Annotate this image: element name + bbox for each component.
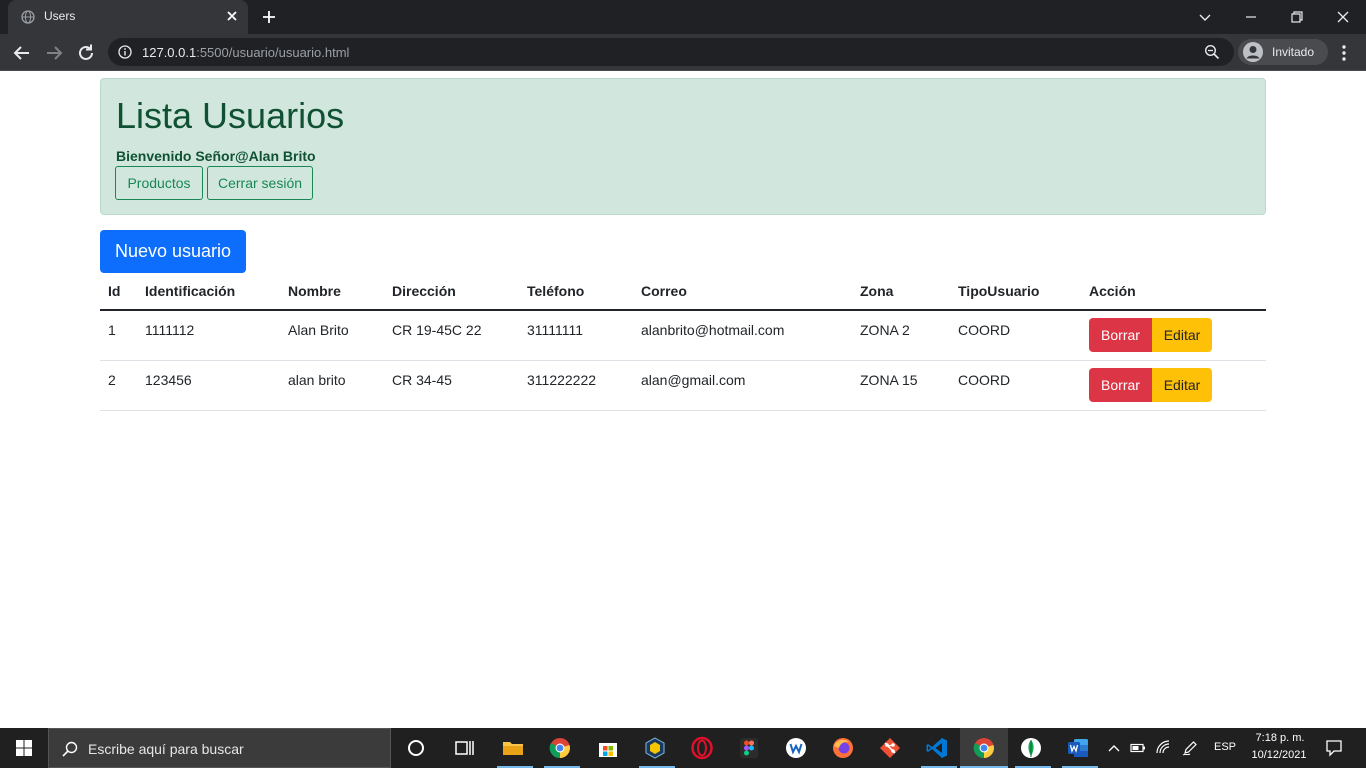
search-icon — [62, 741, 78, 757]
globe-icon — [21, 10, 35, 24]
cell-id: 2 — [108, 372, 116, 388]
browser-tab[interactable]: Users — [8, 0, 248, 34]
battery-icon[interactable] — [1130, 740, 1146, 756]
cortana-icon[interactable] — [404, 736, 428, 760]
close-window-icon[interactable] — [1331, 5, 1355, 29]
guest-avatar-icon — [1243, 42, 1263, 62]
edit-button[interactable]: Editar — [1152, 318, 1212, 352]
firefox-icon[interactable] — [831, 736, 855, 760]
file-explorer-icon[interactable] — [501, 736, 525, 760]
profile-label: Invitado — [1272, 45, 1315, 59]
cell-tipousuario: COORD — [958, 322, 1011, 338]
url-path: :5500/usuario/usuario.html — [196, 45, 350, 60]
close-tab-icon[interactable] — [224, 8, 240, 24]
header-zona: Zona — [860, 283, 894, 299]
minimize-icon[interactable] — [1239, 5, 1263, 29]
table-row: 1 1111112 Alan Brito CR 19-45C 22 311111… — [100, 311, 1266, 361]
cell-telefono: 311222222 — [527, 372, 597, 388]
notifications-icon[interactable] — [1325, 739, 1343, 757]
app-w-icon[interactable] — [784, 736, 808, 760]
cell-nombre: Alan Brito — [288, 322, 349, 338]
cell-zona: ZONA 2 — [860, 322, 910, 338]
site-info-icon[interactable] — [118, 45, 132, 59]
header-identificacion: Identificación — [145, 283, 236, 299]
header-accion: Acción — [1089, 283, 1136, 299]
language-indicator[interactable]: ESP — [1214, 741, 1236, 753]
cell-zona: ZONA 15 — [860, 372, 918, 388]
store-icon[interactable] — [596, 736, 620, 760]
search-placeholder: Escribe aquí para buscar — [88, 741, 244, 757]
pen-icon[interactable] — [1182, 740, 1198, 756]
browser-tab-strip: Users — [0, 0, 1366, 34]
virtualbox-icon[interactable] — [643, 736, 667, 760]
header-direccion: Dirección — [392, 283, 456, 299]
kebab-menu-icon[interactable] — [1336, 41, 1352, 65]
cell-nombre: alan brito — [288, 372, 346, 388]
cell-direccion: CR 19-45C 22 — [392, 322, 482, 338]
task-view-icon[interactable] — [452, 736, 476, 760]
opera-icon[interactable] — [690, 736, 714, 760]
page-title: Lista Usuarios — [116, 95, 345, 136]
chevron-up-icon[interactable] — [1106, 740, 1122, 756]
cell-correo: alan@gmail.com — [641, 372, 746, 388]
clock-time[interactable]: 7:18 p. m. — [1250, 732, 1310, 744]
cell-id: 1 — [108, 322, 116, 338]
mongodb-icon[interactable] — [1019, 736, 1043, 760]
browser-toolbar: 127.0.0.1:5500/usuario/usuario.html Invi… — [0, 34, 1366, 71]
url-text[interactable]: 127.0.0.1:5500/usuario/usuario.html — [142, 45, 349, 60]
taskbar-search-box[interactable]: Escribe aquí para buscar — [48, 728, 391, 768]
products-button[interactable]: Productos — [115, 166, 203, 200]
cell-identificacion: 1111112 — [145, 322, 195, 338]
windows-taskbar: Escribe aquí para buscar ESP 7:18 p. m. … — [0, 728, 1366, 768]
wifi-icon[interactable] — [1155, 740, 1171, 756]
header-tipousuario: TipoUsuario — [958, 283, 1040, 299]
windows-start-icon[interactable] — [0, 728, 48, 768]
reload-icon[interactable] — [74, 41, 98, 65]
address-bar[interactable]: 127.0.0.1:5500/usuario/usuario.html — [108, 38, 1234, 66]
logout-button[interactable]: Cerrar sesión — [207, 166, 313, 200]
restore-icon[interactable] — [1285, 5, 1309, 29]
page-viewport: Lista Usuarios Bienvenido Señor@Alan Bri… — [0, 71, 1366, 728]
cell-telefono: 31111111 — [527, 322, 584, 338]
delete-button[interactable]: Borrar — [1089, 318, 1152, 352]
edit-button[interactable]: Editar — [1152, 368, 1212, 402]
cell-correo: alanbrito@hotmail.com — [641, 322, 785, 338]
header-id: Id — [108, 283, 121, 299]
word-icon[interactable] — [1066, 736, 1090, 760]
chrome-icon[interactable] — [548, 736, 572, 760]
table-row: 2 123456 alan brito CR 34-45 311222222 a… — [100, 361, 1266, 411]
header-nombre: Nombre — [288, 283, 341, 299]
cell-direccion: CR 34-45 — [392, 372, 452, 388]
cell-tipousuario: COORD — [958, 372, 1011, 388]
git-icon[interactable] — [878, 736, 902, 760]
figma-icon[interactable] — [737, 736, 761, 760]
delete-button[interactable]: Borrar — [1089, 368, 1152, 402]
new-user-button[interactable]: Nuevo usuario — [100, 230, 246, 273]
welcome-text: Bienvenido Señor@Alan Brito — [116, 148, 316, 164]
vscode-icon[interactable] — [925, 736, 949, 760]
table-header: Id Identificación Nombre Dirección Teléf… — [100, 273, 1266, 311]
back-arrow-icon[interactable] — [10, 41, 34, 65]
chrome-active-icon[interactable] — [972, 736, 996, 760]
forward-arrow-icon[interactable] — [42, 41, 66, 65]
header-telefono: Teléfono — [527, 283, 585, 299]
new-tab-icon[interactable] — [259, 7, 279, 27]
url-host: 127.0.0.1 — [142, 45, 197, 60]
profile-button[interactable]: Invitado — [1238, 39, 1328, 65]
cell-identificacion: 123456 — [145, 372, 192, 388]
header-correo: Correo — [641, 283, 687, 299]
zoom-icon[interactable] — [1204, 44, 1220, 60]
clock-date[interactable]: 10/12/2021 — [1244, 749, 1314, 761]
header-alert-panel: Lista Usuarios Bienvenido Señor@Alan Bri… — [100, 78, 1266, 215]
tab-title: Users — [44, 9, 76, 23]
tab-search-chevron-icon[interactable] — [1193, 5, 1217, 29]
